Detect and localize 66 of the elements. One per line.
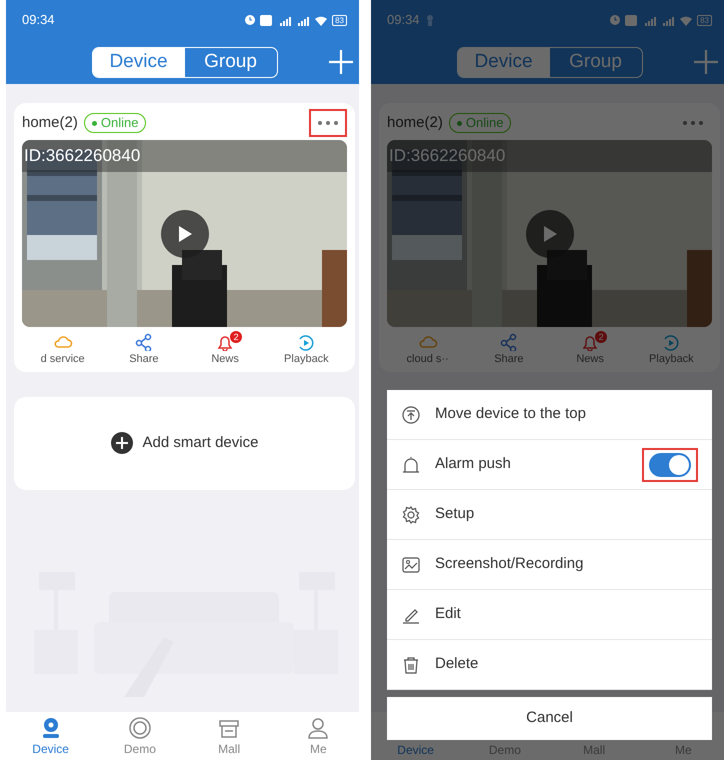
alarm-clock-icon [244,14,256,26]
add-device-button[interactable]: Add smart device [104,430,264,456]
segment-tab[interactable]: Group [184,48,276,76]
share-icon [134,333,154,351]
cloud-icon [52,333,73,351]
tab-item[interactable]: Demo [95,712,184,760]
status-time: 09:34 [387,11,420,30]
menu-item[interactable]: Setup [387,490,712,540]
signal-icon [278,14,292,26]
cloud-icon [418,333,438,351]
image-icon [401,554,421,574]
alarm-clock-icon [609,14,622,26]
wifi-icon [679,14,694,26]
trash-icon [401,654,421,674]
action-button[interactable]: Share [108,333,179,368]
menu-item[interactable]: Delete [387,640,712,690]
tab-item[interactable]: Mall [184,712,274,760]
action-button[interactable]: d service [28,333,98,368]
status-time: 09:34 [22,11,55,30]
action-button[interactable]: News 2 [555,333,626,368]
action-button[interactable]: Playback [636,333,706,368]
device-name: home(2) [387,112,443,133]
action-button[interactable]: Playback [271,333,342,368]
camera-id: ID:3662260840 [22,140,347,172]
device-name: home(2) [22,112,78,133]
battery-level: 83 [697,14,712,26]
add-button[interactable] [692,48,720,76]
alarm-light-icon [401,454,421,474]
notification-count: 2 [595,331,608,343]
segment-tab[interactable]: Group [550,48,642,76]
status-pill: Online [84,113,146,133]
menu-item[interactable]: Alarm push [387,440,712,490]
share-icon [498,333,519,351]
signal-icon [643,14,658,26]
play-icon [176,224,192,242]
lens-icon [128,716,152,740]
signal-icon [661,14,676,26]
wifi-icon [314,14,328,26]
plus-icon [692,48,720,76]
menu-item[interactable]: Screenshot/Recording [387,540,712,590]
menu-item[interactable]: Move device to the top [387,390,712,440]
signal-icon [296,14,310,26]
play-icon [542,224,558,242]
battery-level: 83 [332,14,347,26]
toggle-switch[interactable] [642,448,698,482]
more-button[interactable] [309,109,347,137]
person-icon [306,716,330,740]
gear-icon [401,504,421,524]
segment-tab[interactable]: Device [458,48,550,76]
action-button[interactable]: News 2 [190,333,260,368]
plus-icon [110,432,133,454]
add-button[interactable] [327,48,355,76]
menu-item[interactable]: Edit [387,590,712,640]
more-icon [317,120,339,126]
notification-count: 2 [230,331,242,343]
action-button[interactable]: cloud s·· [392,333,463,368]
more-icon [682,120,704,126]
action-button[interactable]: Share [474,333,544,368]
cancel-button[interactable]: Cancel [387,697,712,740]
status-pill: Online [448,113,512,133]
pin-top-icon [401,404,421,424]
plus-icon [327,48,355,76]
tab-item[interactable]: Device [6,712,96,760]
tab-item[interactable]: Me [274,712,359,760]
segment-tab[interactable]: Device [92,48,184,76]
tab-item[interactable]: Device [371,742,460,760]
